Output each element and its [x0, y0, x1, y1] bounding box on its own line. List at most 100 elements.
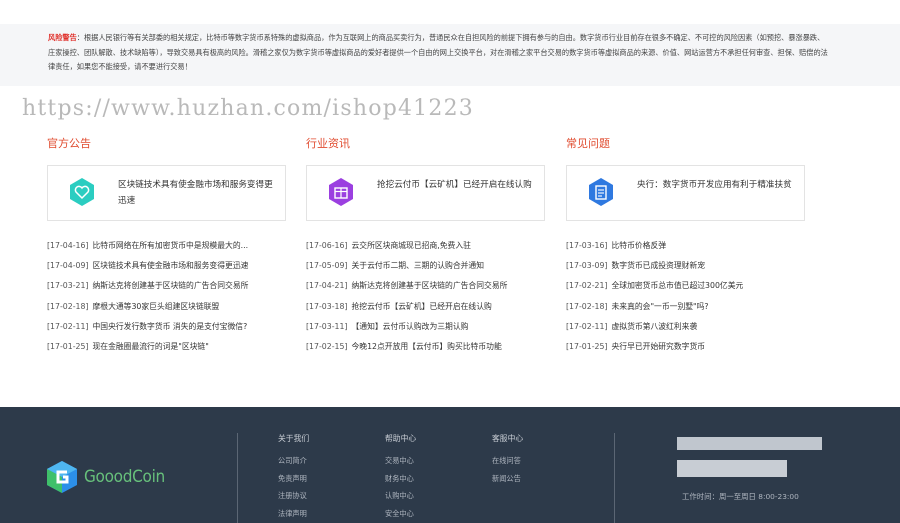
footer-link[interactable]: 安全中心	[385, 505, 416, 523]
news-date: [17-03-09]	[566, 261, 608, 271]
news-list: [17-04-16] 比特币网络在所有加密货币中是规模最大的... [17-04-…	[47, 236, 292, 357]
news-date: [17-02-11]	[47, 321, 89, 331]
column-title[interactable]: 官方公告	[47, 136, 292, 152]
featured-card[interactable]: 抢挖云付币【云矿机】已经开启在线认购	[306, 165, 545, 221]
news-date: [17-06-16]	[306, 241, 348, 250]
footer-links-service: 客服中心 在线问答 新闻公告	[492, 433, 523, 487]
footer-links-help: 帮助中心 交易中心 财务中心 认购中心 安全中心	[385, 433, 416, 523]
news-title: 云交所区块商城现已招商,免费入驻	[351, 241, 471, 250]
news-item[interactable]: [17-02-21] 全球加密货币总市值已超过300亿美元	[566, 276, 811, 296]
news-item[interactable]: [17-03-18] 抢挖云付币【云矿机】已经开启在线认购	[306, 297, 551, 317]
featured-card[interactable]: 区块链技术具有使金融市场和服务变得更迅速	[47, 165, 286, 221]
footer-link[interactable]: 交易中心	[385, 452, 416, 470]
news-date: [17-01-25]	[566, 341, 608, 351]
news-date: [17-02-11]	[566, 321, 608, 331]
news-date: [17-03-11]	[306, 321, 348, 331]
news-item[interactable]: [17-03-21] 纳斯达克将创建基于区块链的广告合同交易所	[47, 276, 292, 296]
watermark-url: https://www.huzhan.com/ishop41223	[22, 96, 474, 121]
top-band	[0, 0, 900, 24]
news-date: [17-02-15]	[306, 341, 348, 351]
news-item[interactable]: [17-01-25] 现在金融圈最流行的词是"区块链"	[47, 337, 292, 357]
logo-g-icon	[47, 461, 77, 493]
news-title: 关于云付币二期、三期的认购合并通知	[351, 261, 485, 271]
news-title: 比特币价格反弹	[611, 241, 667, 250]
news-item[interactable]: [17-01-25] 央行早已开始研究数字货币	[566, 337, 811, 357]
news-title: 央行早已开始研究数字货币	[611, 341, 706, 351]
news-date: [17-01-25]	[47, 341, 89, 351]
news-list: [17-03-16] 比特币价格反弹 [17-03-09] 数字货币已成投资理财新宠…	[566, 236, 811, 357]
news-date: [17-02-18]	[566, 301, 608, 311]
risk-warning: 风险警告：根据人民银行等有关部委的相关规定，比特币等数字货币系特殊的虚拟商品，作…	[0, 24, 900, 86]
news-title: 全球加密货币总市值已超过300亿美元	[611, 281, 744, 291]
news-date: [17-05-09]	[306, 261, 348, 271]
news-item[interactable]: [17-04-16] 比特币网络在所有加密货币中是规模最大的...	[47, 236, 292, 256]
news-item[interactable]: [17-02-18] 摩根大通等30家巨头组建区块链联盟	[47, 297, 292, 317]
news-title: 数字货币已成投资理财新宠	[611, 261, 706, 271]
footer-link[interactable]: 财务中心	[385, 470, 416, 488]
risk-warning-text: 风险警告：根据人民银行等有关部委的相关规定，比特币等数字货币系特殊的虚拟商品，作…	[48, 31, 828, 75]
news-item[interactable]: [17-03-16] 比特币价格反弹	[566, 236, 811, 256]
news-item[interactable]: [17-04-09] 区块链技术具有使金融市场和服务变得更迅速	[47, 256, 292, 276]
news-date: [17-03-18]	[306, 301, 348, 311]
footer-link[interactable]: 法律声明	[278, 505, 309, 523]
logo-text: GooodCoin	[84, 467, 165, 487]
news-date: [17-04-09]	[47, 261, 89, 271]
news-title: 比特币网络在所有加密货币中是规模最大的...	[92, 241, 249, 250]
blurred-contact-line	[677, 437, 822, 450]
footer-link[interactable]: 在线问答	[492, 452, 523, 470]
column-title[interactable]: 行业资讯	[306, 136, 551, 152]
news-item[interactable]: [17-06-16] 云交所区块商城现已招商,免费入驻	[306, 236, 551, 256]
news-column-industry: 行业资讯 抢挖云付币【云矿机】已经开启在线认购 [17-06-16] 云交所区块商…	[306, 136, 551, 351]
news-column-faq: 常见问题 央行：数字货币开发应用有利于精准扶贫 [17-03-16] 比特币价格反…	[566, 136, 811, 351]
risk-warning-label: 风险警告	[48, 33, 77, 42]
news-title: 虚拟货币第八波红利来袭	[611, 321, 698, 331]
news-list: [17-06-16] 云交所区块商城现已招商,免费入驻 [17-05-09] 关于云…	[306, 236, 551, 357]
news-title: 区块链技术具有使金融市场和服务变得更迅速	[92, 261, 249, 271]
column-title[interactable]: 常见问题	[566, 136, 811, 152]
news-title: 摩根大通等30家巨头组建区块链联盟	[92, 301, 220, 311]
news-date: [17-04-21]	[306, 281, 348, 291]
footer-divider	[614, 433, 615, 523]
working-hours: 工作时间：周一至周日 8:00-23:00	[682, 492, 799, 501]
news-item[interactable]: [17-03-09] 数字货币已成投资理财新宠	[566, 256, 811, 276]
news-item[interactable]: [17-02-18] 未来真的会"一币一别墅"吗?	[566, 297, 811, 317]
featured-card-text: 抢挖云付币【云矿机】已经开启在线认购	[377, 180, 532, 190]
blurred-contact-number	[677, 460, 787, 477]
news-title: 中国央行发行数字货币 消失的是支付宝微信?	[92, 321, 248, 331]
featured-card-text: 区块链技术具有使金融市场和服务变得更迅速	[118, 180, 273, 206]
site-footer: GooodCoin 关于我们 公司简介 免责声明 注册协议 法律声明 帮助中心 …	[0, 407, 900, 523]
news-item[interactable]: [17-05-09] 关于云付币二期、三期的认购合并通知	[306, 256, 551, 276]
footer-link[interactable]: 公司简介	[278, 452, 309, 470]
footer-heading: 客服中心	[492, 434, 524, 443]
footer-link[interactable]: 注册协议	[278, 487, 309, 505]
footer-divider	[237, 433, 238, 523]
news-title: 未来真的会"一币一别墅"吗?	[611, 301, 709, 311]
featured-card-text: 央行：数字货币开发应用有利于精准扶贫	[637, 180, 792, 190]
news-date: [17-03-16]	[566, 241, 608, 250]
news-title: 抢挖云付币【云矿机】已经开启在线认购	[351, 301, 492, 311]
heart-icon	[70, 178, 94, 206]
footer-link[interactable]: 新闻公告	[492, 470, 523, 488]
news-title: 【通知】云付币认购改为三期认购	[351, 321, 469, 331]
news-item[interactable]: [17-02-15] 今晚12点开放用【云付币】购买比特币功能	[306, 337, 551, 357]
news-column-announcements: 官方公告 区块链技术具有使金融市场和服务变得更迅速 [17-04-16] 比特币网…	[47, 136, 292, 351]
news-title: 现在金融圈最流行的词是"区块链"	[92, 341, 209, 351]
news-item[interactable]: [17-04-21] 纳斯达克将创建基于区块链的广告合同交易所	[306, 276, 551, 296]
document-icon	[589, 178, 613, 206]
news-title: 纳斯达克将创建基于区块链的广告合同交易所	[92, 281, 249, 291]
risk-warning-body: ：根据人民银行等有关部委的相关规定，比特币等数字货币系特殊的虚拟商品，作为互联网…	[48, 33, 828, 71]
footer-link[interactable]: 认购中心	[385, 487, 416, 505]
footer-heading: 帮助中心	[385, 434, 417, 443]
footer-link[interactable]: 免责声明	[278, 470, 309, 488]
news-item[interactable]: [17-02-11] 虚拟货币第八波红利来袭	[566, 317, 811, 337]
featured-card[interactable]: 央行：数字货币开发应用有利于精准扶贫	[566, 165, 805, 221]
news-date: [17-02-18]	[47, 301, 89, 311]
gift-icon	[329, 178, 353, 206]
news-item[interactable]: [17-02-11] 中国央行发行数字货币 消失的是支付宝微信?	[47, 317, 292, 337]
news-date: [17-03-21]	[47, 281, 89, 291]
news-date: [17-02-21]	[566, 281, 608, 291]
news-item[interactable]: [17-03-11] 【通知】云付币认购改为三期认购	[306, 317, 551, 337]
news-date: [17-04-16]	[47, 241, 89, 250]
footer-links-about: 关于我们 公司简介 免责声明 注册协议 法律声明	[278, 433, 309, 523]
footer-heading: 关于我们	[278, 434, 310, 443]
